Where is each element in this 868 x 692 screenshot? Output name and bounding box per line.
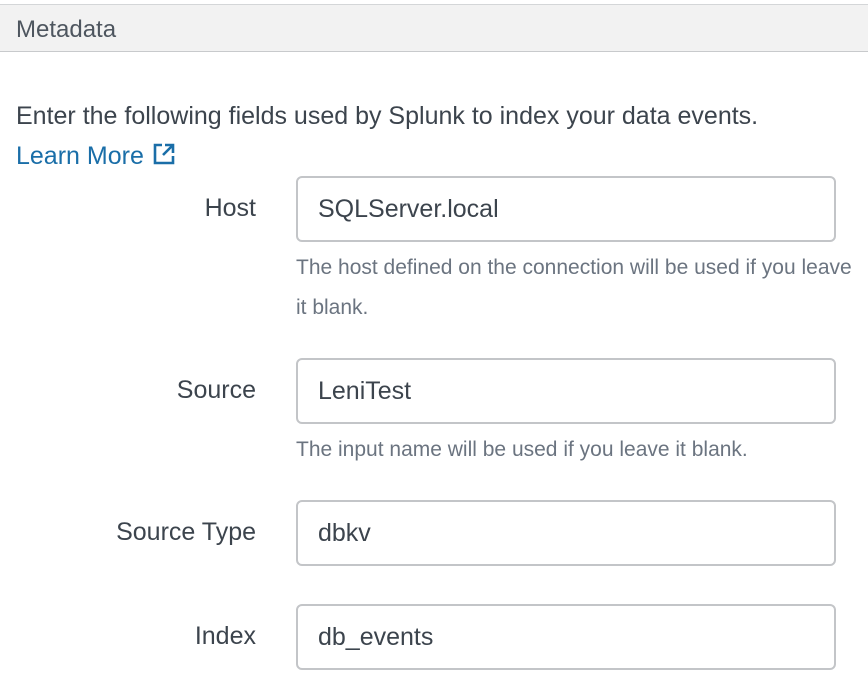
source-input[interactable] bbox=[296, 358, 836, 424]
learn-more-label: Learn More bbox=[16, 142, 144, 170]
source-type-label: Source Type bbox=[116, 518, 256, 546]
source-label: Source bbox=[176, 376, 256, 404]
intro-text: Enter the following fields used by Splun… bbox=[16, 102, 759, 130]
source-type-input[interactable] bbox=[296, 500, 836, 566]
section-header: Metadata bbox=[0, 4, 868, 52]
host-label: Host bbox=[204, 194, 256, 222]
external-link-icon bbox=[152, 138, 176, 165]
index-input[interactable] bbox=[296, 604, 836, 670]
intro-text-block: Enter the following fields used by Splun… bbox=[16, 96, 816, 176]
source-help-text: The input name will be used if you leave… bbox=[296, 438, 748, 461]
index-label: Index bbox=[194, 622, 256, 650]
section-title: Metadata bbox=[16, 16, 117, 43]
host-input[interactable] bbox=[296, 176, 836, 242]
host-help-text: The host defined on the connection will … bbox=[296, 256, 852, 319]
metadata-form: Metadata Enter the following fields used… bbox=[0, 0, 868, 692]
learn-more-link[interactable]: Learn More bbox=[16, 142, 176, 170]
